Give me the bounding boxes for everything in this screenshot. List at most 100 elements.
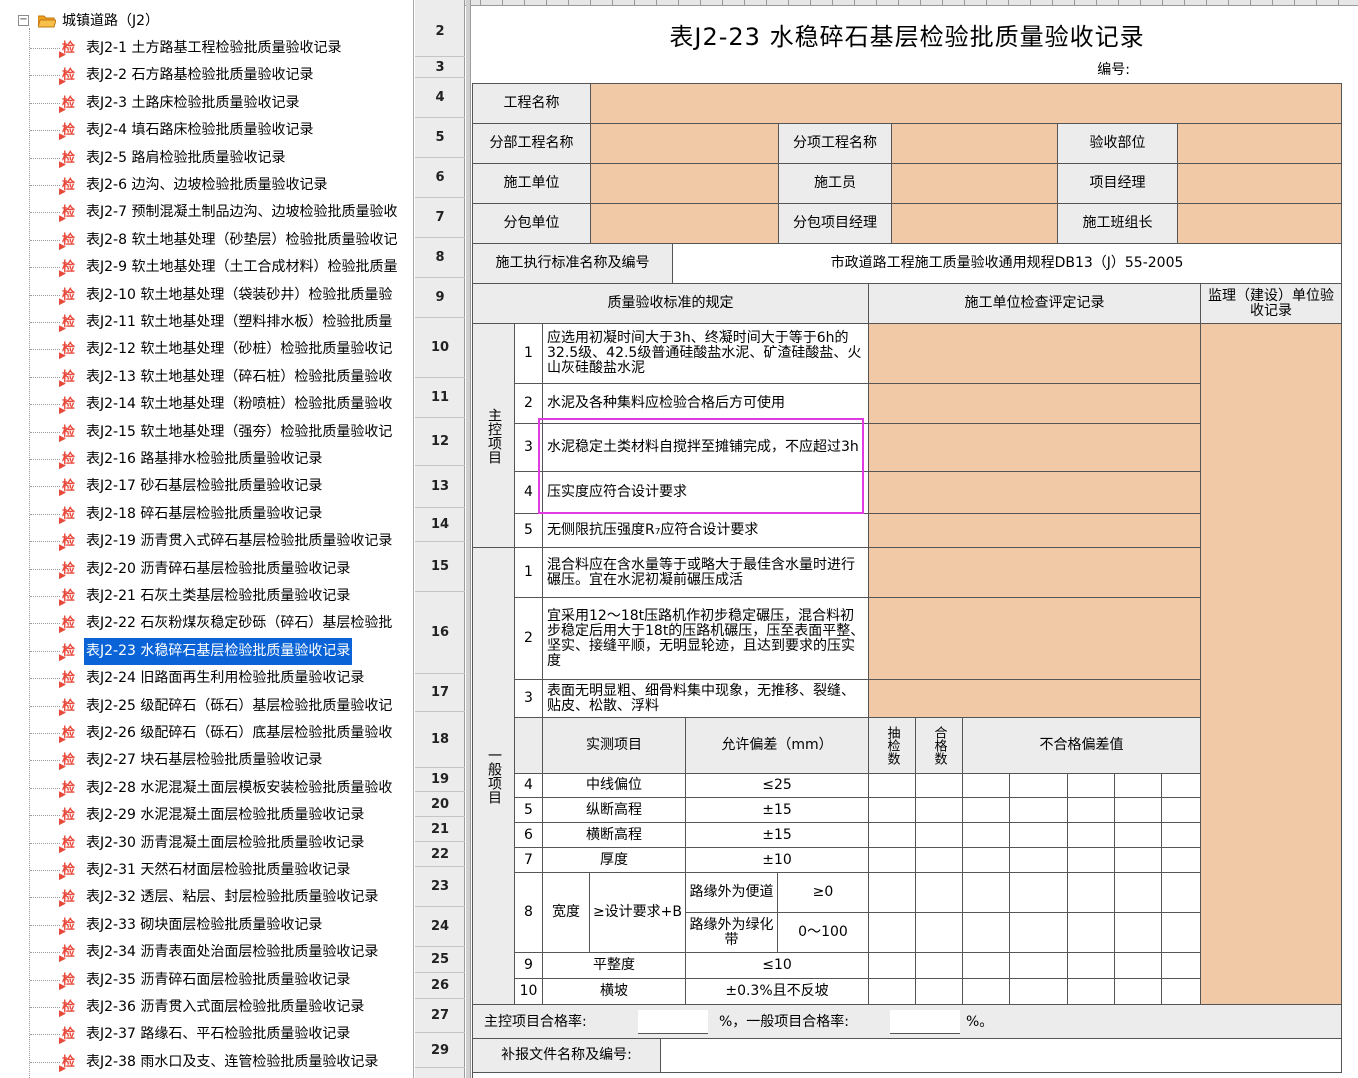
row-number[interactable]: 14 bbox=[415, 508, 465, 542]
tree-item[interactable]: ▶ 检表J2-36 沥青贯入式面层检验批质量验收记录 bbox=[30, 994, 413, 1021]
project-manager-input[interactable] bbox=[1178, 164, 1342, 204]
construction-unit-input[interactable] bbox=[591, 164, 779, 204]
sample-count-input[interactable] bbox=[869, 798, 916, 823]
general-pass-rate-input[interactable] bbox=[890, 1010, 960, 1034]
constructor-input[interactable] bbox=[892, 164, 1058, 204]
row-number[interactable]: 17 bbox=[415, 674, 465, 712]
fail-value-input[interactable] bbox=[1010, 823, 1068, 848]
fail-value-input[interactable] bbox=[1115, 823, 1162, 848]
tree-item[interactable]: ▶ 检表J2-8 软土地基处理（砂垫层）检验批质量验收记 bbox=[30, 227, 413, 254]
row-number[interactable]: 26 bbox=[415, 973, 465, 999]
row-number[interactable]: 20 bbox=[415, 792, 465, 817]
row-number[interactable]: 15 bbox=[415, 542, 465, 592]
fail-value-input[interactable] bbox=[1068, 979, 1115, 1005]
fail-value-input[interactable] bbox=[1068, 873, 1115, 913]
pass-count-input[interactable] bbox=[916, 873, 963, 913]
row-number[interactable]: 11 bbox=[415, 378, 465, 418]
pass-count-input[interactable] bbox=[916, 979, 963, 1005]
fail-value-input[interactable] bbox=[1068, 823, 1115, 848]
main-item-check-input[interactable] bbox=[869, 472, 1201, 514]
sample-count-input[interactable] bbox=[869, 848, 916, 873]
main-pass-rate-input[interactable] bbox=[638, 1010, 708, 1034]
tree-item[interactable]: ▶ 检表J2-34 沥青表面处治面层检验批质量验收记录 bbox=[30, 939, 413, 966]
row-number[interactable]: 3 bbox=[415, 57, 465, 78]
row-number[interactable]: 12 bbox=[415, 418, 465, 466]
fail-value-input[interactable] bbox=[1162, 979, 1201, 1005]
pass-count-input[interactable] bbox=[916, 798, 963, 823]
fail-value-input[interactable] bbox=[1162, 774, 1201, 798]
main-item-check-input[interactable] bbox=[869, 424, 1201, 472]
row-number[interactable]: 16 bbox=[415, 592, 465, 674]
fail-value-input[interactable] bbox=[963, 798, 1010, 823]
sub-project-input[interactable] bbox=[591, 124, 779, 164]
row-number[interactable]: 13 bbox=[415, 466, 465, 508]
pass-count-input[interactable] bbox=[916, 953, 963, 979]
tree-item[interactable]: ▶ 检表J2-32 透层、粘层、封层检验批质量验收记录 bbox=[30, 884, 413, 911]
row-number[interactable]: 23 bbox=[415, 867, 465, 907]
tree-item[interactable]: ▶ 检表J2-12 软土地基处理（砂桩）检验批质量验收记 bbox=[30, 336, 413, 363]
row-header-gutter[interactable]: 2 3 4 5 6 7 8 9 10 11 12 13 14 15 16 17 18 19 20 21 22 23 24 25… bbox=[415, 0, 465, 1078]
sample-count-input[interactable] bbox=[869, 823, 916, 848]
tree-item[interactable]: ▶ 检表J2-19 沥青贯入式碎石基层检验批质量验收记录 bbox=[30, 528, 413, 555]
row-number[interactable]: 27 bbox=[415, 999, 465, 1033]
tree-item[interactable]: ▶ 检表J2-31 天然石材面层检验批质量验收记录 bbox=[30, 857, 413, 884]
row-number[interactable]: 29 bbox=[415, 1033, 465, 1068]
fail-value-input[interactable] bbox=[1010, 848, 1068, 873]
fail-value-input[interactable] bbox=[1115, 953, 1162, 979]
fail-value-input[interactable] bbox=[1162, 953, 1201, 979]
acceptance-part-input[interactable] bbox=[1178, 124, 1342, 164]
tree-item[interactable]: ▶ 检表J2-27 块石基层检验批质量验收记录 bbox=[30, 747, 413, 774]
fail-value-input[interactable] bbox=[963, 873, 1010, 913]
tree-item[interactable]: ▶ 检表J2-24 旧路面再生利用检验批质量验收记录 bbox=[30, 665, 413, 692]
tree-item[interactable]: ▶ 检表J2-35 沥青碎石面层检验批质量验收记录 bbox=[30, 967, 413, 994]
tree-item[interactable]: ▶ 检表J2-6 边沟、边坡检验批质量验收记录 bbox=[30, 172, 413, 199]
tree-item[interactable]: ▶ 检表J2-3 土路床检验批质量验收记录 bbox=[30, 90, 413, 117]
fail-value-input[interactable] bbox=[1010, 873, 1068, 913]
fail-value-input[interactable] bbox=[1068, 913, 1115, 953]
tree-item[interactable]: ▶ 检表J2-5 路肩检验批质量验收记录 bbox=[30, 145, 413, 172]
row-number[interactable]: 6 bbox=[415, 158, 465, 198]
tree-item[interactable]: ▶ 检表J2-23 水稳碎石基层检验批质量验收记录 bbox=[30, 637, 413, 665]
tree-panel[interactable]: − 城镇道路（J2） ▶ 检表J2-1 土方路基工程检验批质量验收记录 ▶ 检表J2-… bbox=[0, 0, 414, 1078]
fail-value-input[interactable] bbox=[963, 774, 1010, 798]
row-number[interactable]: 19 bbox=[415, 768, 465, 792]
standard-value[interactable]: 市政道路工程施工质量验收通用规程DB13（J）55-2005 bbox=[673, 244, 1342, 284]
subcontract-manager-input[interactable] bbox=[892, 204, 1058, 244]
row-number[interactable]: 7 bbox=[415, 198, 465, 238]
sample-count-input[interactable] bbox=[869, 774, 916, 798]
fail-value-input[interactable] bbox=[1068, 774, 1115, 798]
tree-item[interactable]: ▶ 检表J2-4 填石路床检验批质量验收记录 bbox=[30, 117, 413, 144]
tree-item[interactable]: ▶ 检表J2-21 石灰土类基层检验批质量验收记录 bbox=[30, 583, 413, 610]
tree-item[interactable]: ▶ 检表J2-38 雨水口及支、连管检验批质量验收记录 bbox=[30, 1049, 413, 1076]
collapse-toggle-icon[interactable]: − bbox=[18, 15, 29, 26]
tree-item[interactable]: ▶ 检表J2-15 软土地基处理（强夯）检验批质量验收记 bbox=[30, 419, 413, 446]
fail-value-input[interactable] bbox=[1010, 979, 1068, 1005]
fail-value-input[interactable] bbox=[1010, 798, 1068, 823]
main-item-check-input[interactable] bbox=[869, 514, 1201, 548]
tree-item[interactable]: ▶ 检表J2-28 水泥混凝土面层模板安装检验批质量验收 bbox=[30, 775, 413, 802]
item-project-input[interactable] bbox=[892, 124, 1058, 164]
pass-count-input[interactable] bbox=[916, 823, 963, 848]
row-number[interactable]: 2 bbox=[415, 6, 465, 57]
tree-item[interactable]: ▶ 检表J2-26 级配碎石（砾石）底基层检验批质量验收 bbox=[30, 720, 413, 747]
tree-item[interactable]: ▶ 检表J2-14 软土地基处理（粉喷桩）检验批质量验收 bbox=[30, 391, 413, 418]
fail-value-input[interactable] bbox=[1115, 848, 1162, 873]
tree-item[interactable]: ▶ 检表J2-10 软土地基处理（袋装砂井）检验批质量验 bbox=[30, 282, 413, 309]
pass-count-input[interactable] bbox=[916, 848, 963, 873]
supplement-input[interactable] bbox=[661, 1039, 1342, 1073]
tree-item[interactable]: ▶ 检表J2-7 预制混凝土制品边沟、边坡检验批质量验收 bbox=[30, 199, 413, 226]
sample-count-input[interactable] bbox=[869, 873, 916, 913]
fail-value-input[interactable] bbox=[1115, 873, 1162, 913]
fail-value-input[interactable] bbox=[963, 823, 1010, 848]
fail-value-input[interactable] bbox=[963, 953, 1010, 979]
fail-value-input[interactable] bbox=[1010, 774, 1068, 798]
sample-count-input[interactable] bbox=[869, 979, 916, 1005]
main-item-check-input[interactable] bbox=[869, 324, 1201, 384]
row-number[interactable]: 18 bbox=[415, 712, 465, 768]
fail-value-input[interactable] bbox=[1010, 913, 1068, 953]
fail-value-input[interactable] bbox=[1162, 798, 1201, 823]
sample-count-input[interactable] bbox=[869, 913, 916, 953]
fail-value-input[interactable] bbox=[1010, 953, 1068, 979]
fail-value-input[interactable] bbox=[1115, 979, 1162, 1005]
fail-value-input[interactable] bbox=[1115, 798, 1162, 823]
